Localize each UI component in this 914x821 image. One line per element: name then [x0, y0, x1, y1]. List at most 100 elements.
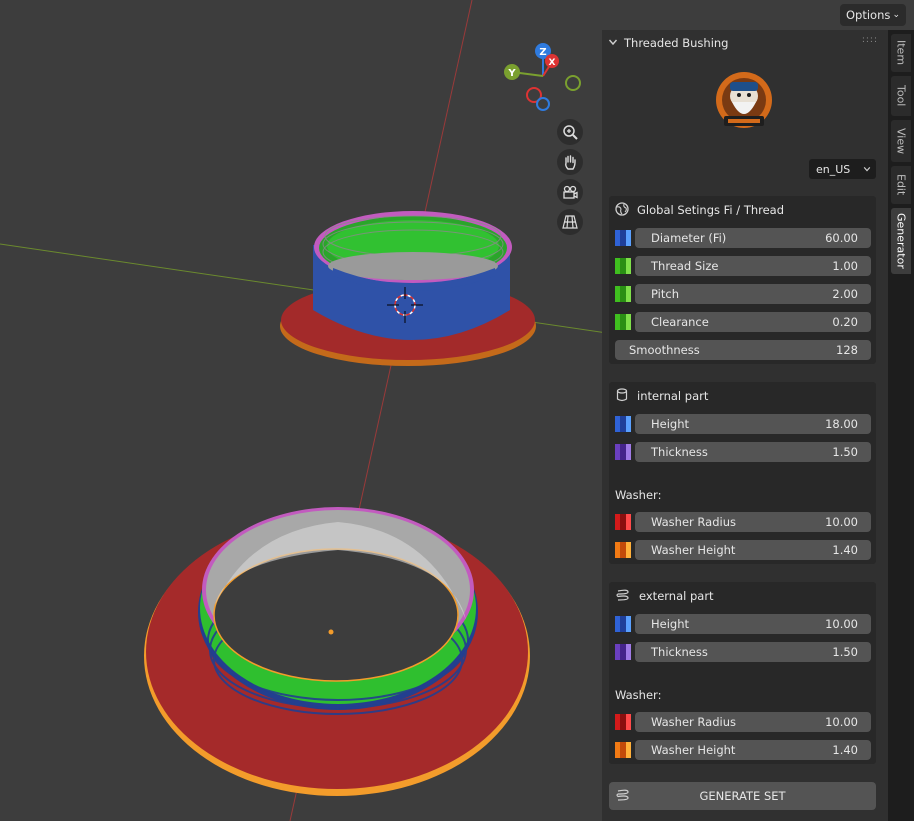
thread-size-row: Thread Size 1.00	[615, 256, 871, 276]
sidebar-tabs: Item Tool View Edit Generator	[888, 30, 914, 821]
external-height-label: Height	[651, 617, 690, 631]
drag-handle-icon[interactable]: ::::	[862, 35, 878, 45]
options-dropdown[interactable]: Options ⌄	[840, 4, 906, 26]
purple-swatch-icon	[615, 444, 631, 460]
tab-generator[interactable]: Generator	[891, 208, 911, 274]
internal-washer-height-row: Washer Height 1.40	[615, 540, 871, 560]
internal-thickness-value: 1.50	[832, 445, 858, 459]
pitch-field[interactable]: Pitch 2.00	[635, 284, 871, 304]
external-thickness-field[interactable]: Thickness 1.50	[635, 642, 871, 662]
chevron-down-icon	[608, 36, 618, 50]
diameter-field[interactable]: Diameter (Fi) 60.00	[635, 228, 871, 248]
orange-swatch-icon	[615, 742, 631, 758]
external-washer-radius-value: 10.00	[825, 715, 858, 729]
external-thickness-label: Thickness	[651, 645, 708, 659]
panel-title: Threaded Bushing	[624, 36, 729, 50]
red-swatch-icon	[615, 714, 631, 730]
internal-height-label: Height	[651, 417, 690, 431]
sidebar-panel: Threaded Bushing :::: en_US Global Setin…	[602, 30, 888, 821]
external-washer-height-field[interactable]: Washer Height 1.40	[635, 740, 871, 760]
gizmo-y-label: Y	[507, 68, 516, 79]
grid-icon[interactable]	[557, 209, 583, 235]
internal-washer-radius-field[interactable]: Washer Radius 10.00	[635, 512, 871, 532]
spring-icon	[615, 588, 631, 605]
globe-icon	[615, 201, 629, 219]
diameter-label: Diameter (Fi)	[651, 231, 727, 245]
pitch-label: Pitch	[651, 287, 679, 301]
external-washer-radius-row: Washer Radius 10.00	[615, 712, 871, 732]
global-settings-box: Global Setings Fi / Thread Diameter (Fi)…	[609, 196, 876, 364]
internal-washer-height-label: Washer Height	[651, 543, 736, 557]
thread-size-label: Thread Size	[651, 259, 719, 273]
orange-swatch-icon	[615, 542, 631, 558]
thread-size-field[interactable]: Thread Size 1.00	[635, 256, 871, 276]
axis-gizmo[interactable]: Z X Y	[500, 40, 590, 114]
smoothness-value: 128	[836, 343, 858, 357]
cylinder-icon	[615, 387, 629, 405]
external-washer-radius-field[interactable]: Washer Radius 10.00	[635, 712, 871, 732]
pitch-value: 2.00	[832, 287, 858, 301]
global-settings-title: Global Setings Fi / Thread	[637, 203, 785, 217]
diameter-row: Diameter (Fi) 60.00	[615, 228, 871, 248]
tab-edit[interactable]: Edit	[891, 166, 911, 204]
clearance-label: Clearance	[651, 315, 709, 329]
external-washer-height-value: 1.40	[832, 743, 858, 757]
lower-bushing	[144, 507, 530, 796]
green-swatch-icon	[615, 258, 631, 274]
diameter-value: 60.00	[825, 231, 858, 245]
purple-swatch-icon	[615, 644, 631, 660]
camera-icon[interactable]	[557, 179, 583, 205]
internal-washer-radius-value: 10.00	[825, 515, 858, 529]
internal-height-row: Height 18.00	[615, 414, 871, 434]
external-height-field[interactable]: Height 10.00	[635, 614, 871, 634]
internal-washer-height-field[interactable]: Washer Height 1.40	[635, 540, 871, 560]
smoothness-field[interactable]: Smoothness 128	[615, 340, 871, 360]
internal-thickness-row: Thickness 1.50	[615, 442, 871, 462]
external-part-title: external part	[639, 589, 714, 603]
external-thickness-value: 1.50	[832, 645, 858, 659]
internal-part-title: internal part	[637, 389, 709, 403]
spring-icon	[615, 788, 631, 805]
smoothness-label: Smoothness	[629, 343, 700, 357]
language-select[interactable]: en_US	[809, 159, 876, 179]
external-height-row: Height 10.00	[615, 614, 871, 634]
internal-part-box: internal part Height 18.00 Thickness 1.50 …	[609, 382, 876, 564]
internal-thickness-field[interactable]: Thickness 1.50	[635, 442, 871, 462]
zoom-icon[interactable]	[557, 119, 583, 145]
green-swatch-icon	[615, 286, 631, 302]
gizmo-x-label: X	[549, 58, 556, 68]
blue-swatch-icon	[615, 616, 631, 632]
panel-header[interactable]: Threaded Bushing	[602, 30, 888, 56]
upper-bushing	[280, 211, 536, 366]
tab-tool[interactable]: Tool	[891, 76, 911, 116]
internal-washer-label: Washer:	[615, 488, 662, 502]
external-height-value: 10.00	[825, 617, 858, 631]
internal-washer-height-value: 1.40	[832, 543, 858, 557]
chevron-down-icon: ⌄	[892, 10, 900, 20]
generate-set-label: GENERATE SET	[699, 789, 786, 803]
external-washer-height-label: Washer Height	[651, 743, 736, 757]
external-thickness-row: Thickness 1.50	[615, 642, 871, 662]
red-swatch-icon	[615, 514, 631, 530]
blue-swatch-icon	[615, 230, 631, 246]
generate-set-button[interactable]: GENERATE SET	[609, 782, 876, 810]
internal-washer-radius-row: Washer Radius 10.00	[615, 512, 871, 532]
internal-height-value: 18.00	[825, 417, 858, 431]
hand-icon[interactable]	[557, 149, 583, 175]
internal-thickness-label: Thickness	[651, 445, 708, 459]
clearance-field[interactable]: Clearance 0.20	[635, 312, 871, 332]
gizmo-z-label: Z	[539, 47, 546, 58]
addon-logo	[716, 72, 772, 128]
external-washer-radius-label: Washer Radius	[651, 715, 736, 729]
options-label: Options	[846, 8, 891, 22]
tab-item[interactable]: Item	[891, 34, 911, 72]
external-washer-height-row: Washer Height 1.40	[615, 740, 871, 760]
chevron-down-icon	[863, 163, 871, 176]
internal-height-field[interactable]: Height 18.00	[635, 414, 871, 434]
thread-size-value: 1.00	[832, 259, 858, 273]
external-part-box: external part Height 10.00 Thickness 1.50 …	[609, 582, 876, 764]
external-washer-label: Washer:	[615, 688, 662, 702]
green-swatch-icon	[615, 314, 631, 330]
clearance-value: 0.20	[832, 315, 858, 329]
tab-view[interactable]: View	[891, 120, 911, 162]
